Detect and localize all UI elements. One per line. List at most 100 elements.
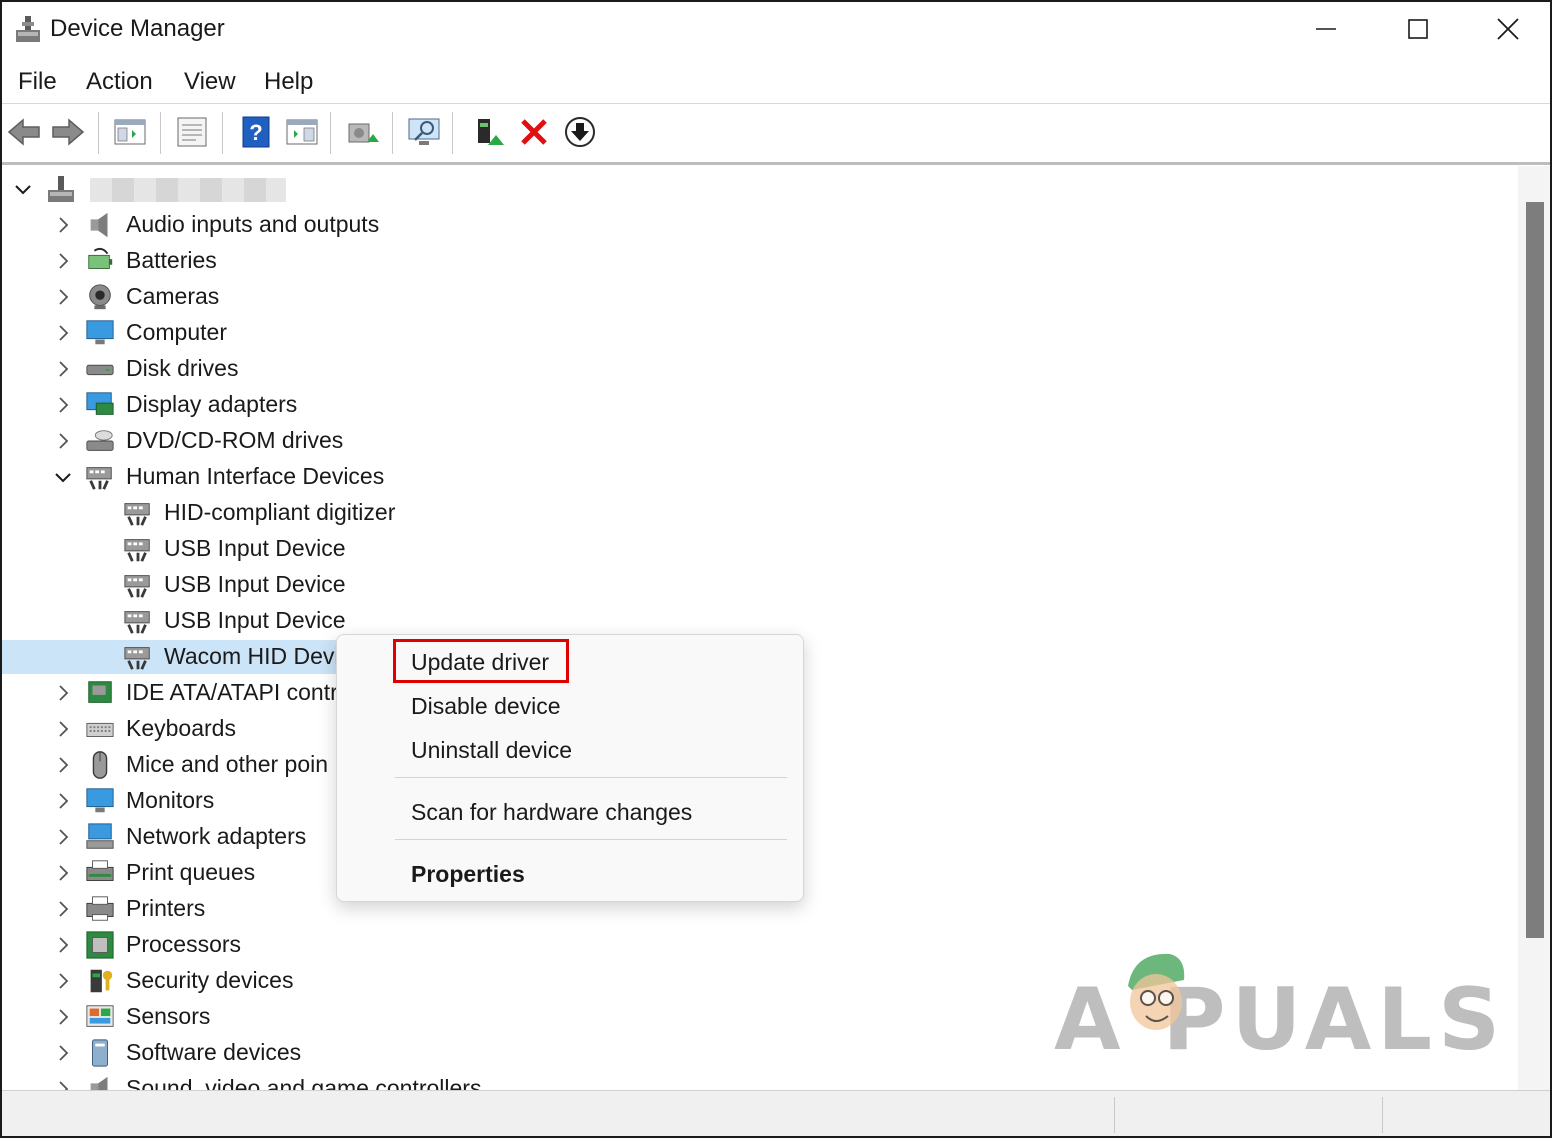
mascot-logo-icon: [1128, 953, 1185, 1030]
tree-device-usb-input-device[interactable]: USB Input Device: [2, 568, 464, 602]
vertical-scrollbar[interactable]: [1518, 166, 1550, 1090]
menu-action[interactable]: Action: [86, 68, 153, 96]
tree-item-label: Sensors: [126, 1003, 211, 1029]
chevron-down-icon[interactable]: [14, 180, 32, 198]
menu-view[interactable]: View: [184, 68, 236, 96]
device-manager-app-icon: [16, 16, 40, 42]
scan-hardware-icon: [348, 123, 379, 143]
maximize-icon: [1408, 19, 1428, 39]
tree-category-software-devices[interactable]: Software devices: [2, 1036, 426, 1070]
minimize-button[interactable]: [1280, 2, 1372, 56]
security-device-icon: [90, 969, 113, 993]
computer-root-icon: [48, 176, 74, 202]
disable-button[interactable]: [562, 114, 598, 150]
tree-category-disk-drives[interactable]: Disk drives: [2, 352, 426, 386]
chevron-right-icon[interactable]: [54, 252, 72, 270]
tree-device-usb-input-device[interactable]: USB Input Device: [2, 604, 464, 638]
tree-item-label: USB Input Device: [164, 607, 346, 633]
tree-item-label: Software devices: [126, 1039, 302, 1065]
tree-root[interactable]: [2, 172, 402, 206]
tree-category-audio-inputs-and-outputs[interactable]: Audio inputs and outputs: [2, 208, 426, 242]
close-button[interactable]: [1462, 2, 1550, 56]
hid-icon: [124, 503, 150, 526]
tree-category-dvd-cd-rom-drives[interactable]: DVD/CD-ROM drives: [2, 424, 426, 458]
context-update-driver[interactable]: Update driver: [411, 649, 549, 676]
chevron-right-icon[interactable]: [54, 792, 72, 810]
uninstall-button[interactable]: [516, 114, 552, 150]
display-adapter-icon: [86, 392, 114, 415]
status-bar: [2, 1090, 1550, 1136]
show-hide-tree-button[interactable]: [112, 114, 148, 150]
maximize-button[interactable]: [1372, 2, 1464, 56]
tree-device-usb-input-device[interactable]: USB Input Device: [2, 532, 464, 566]
context-disable-device[interactable]: Disable device: [411, 693, 561, 720]
ide-controller-icon: [88, 681, 112, 703]
toolbar-separator: [98, 112, 99, 154]
tree-item-label: Keyboards: [126, 715, 236, 741]
chevron-right-icon[interactable]: [54, 972, 72, 990]
tree-category-cameras[interactable]: Cameras: [2, 280, 426, 314]
chevron-right-icon[interactable]: [54, 432, 72, 450]
tree-category-sound-video-and-game-controllers[interactable]: Sound, video and game controllers: [2, 1072, 481, 1090]
chevron-right-icon[interactable]: [54, 1008, 72, 1026]
chevron-right-icon[interactable]: [54, 828, 72, 846]
chevron-right-icon[interactable]: [54, 360, 72, 378]
context-scan-hardware[interactable]: Scan for hardware changes: [411, 799, 692, 826]
tree-category-computer[interactable]: Computer: [2, 316, 426, 350]
chevron-right-icon[interactable]: [54, 720, 72, 738]
chevron-right-icon[interactable]: [54, 216, 72, 234]
properties-button[interactable]: [174, 114, 210, 150]
chevron-right-icon[interactable]: [54, 936, 72, 954]
camera-icon: [89, 284, 111, 310]
tree-item-label: USB Input Device: [164, 571, 346, 597]
tree-category-sensors[interactable]: Sensors: [2, 1000, 426, 1034]
toolbar-separator: [330, 112, 331, 154]
printer-icon: [86, 896, 114, 921]
back-button[interactable]: [6, 114, 42, 150]
action-pane-button[interactable]: [284, 114, 320, 150]
context-menu: Update driver Disable device Uninstall d…: [336, 634, 804, 902]
tree-item-label: Display adapters: [126, 391, 298, 417]
chevron-down-icon[interactable]: [54, 468, 72, 486]
chevron-right-icon[interactable]: [54, 1044, 72, 1062]
context-uninstall-device[interactable]: Uninstall device: [411, 737, 572, 764]
chevron-right-icon[interactable]: [54, 288, 72, 306]
speaker-icon: [90, 212, 108, 238]
processor-icon: [86, 931, 114, 959]
scrollbar-thumb[interactable]: [1526, 202, 1544, 938]
device-manager-window: Device Manager File Action View Help ? A…: [0, 0, 1552, 1138]
tree-device-hid-compliant-digitizer[interactable]: HID-compliant digitizer: [2, 496, 464, 530]
forward-button[interactable]: [50, 114, 86, 150]
sound-controller-icon: [90, 1076, 108, 1090]
computer-icon: [86, 320, 114, 345]
chevron-right-icon[interactable]: [54, 900, 72, 918]
network-adapter-icon: [86, 823, 114, 849]
chevron-right-icon[interactable]: [54, 396, 72, 414]
keyboard-icon: [86, 722, 114, 737]
chevron-right-icon[interactable]: [54, 1080, 72, 1090]
tree-item-label: Cameras: [126, 283, 220, 309]
title-bar[interactable]: Device Manager: [2, 2, 1550, 58]
context-properties[interactable]: Properties: [411, 861, 525, 888]
chevron-right-icon[interactable]: [54, 324, 72, 342]
tree-category-human-interface-devices[interactable]: Human Interface Devices: [2, 460, 426, 494]
tree-category-security-devices[interactable]: Security devices: [2, 964, 426, 998]
view-devices-button[interactable]: [406, 114, 442, 150]
chevron-right-icon[interactable]: [54, 864, 72, 882]
chevron-right-icon[interactable]: [54, 756, 72, 774]
tree-category-processors[interactable]: Processors: [2, 928, 426, 962]
tree-category-display-adapters[interactable]: Display adapters: [2, 388, 426, 422]
menu-help[interactable]: Help: [264, 68, 313, 96]
chevron-right-icon[interactable]: [54, 684, 72, 702]
tree-category-batteries[interactable]: Batteries: [2, 244, 426, 278]
tree-item-label: Printers: [126, 895, 206, 921]
toolbar-separator: [452, 112, 453, 154]
help-button[interactable]: ?: [238, 114, 274, 150]
scan-hardware-button[interactable]: [344, 114, 380, 150]
menu-file[interactable]: File: [18, 68, 57, 96]
tree-item-label: Human Interface Devices: [126, 463, 385, 489]
toolbar: ?: [2, 103, 1550, 165]
monitor-icon: [408, 118, 440, 145]
forward-arrow-icon: [52, 118, 85, 146]
update-driver-button[interactable]: [470, 114, 506, 150]
